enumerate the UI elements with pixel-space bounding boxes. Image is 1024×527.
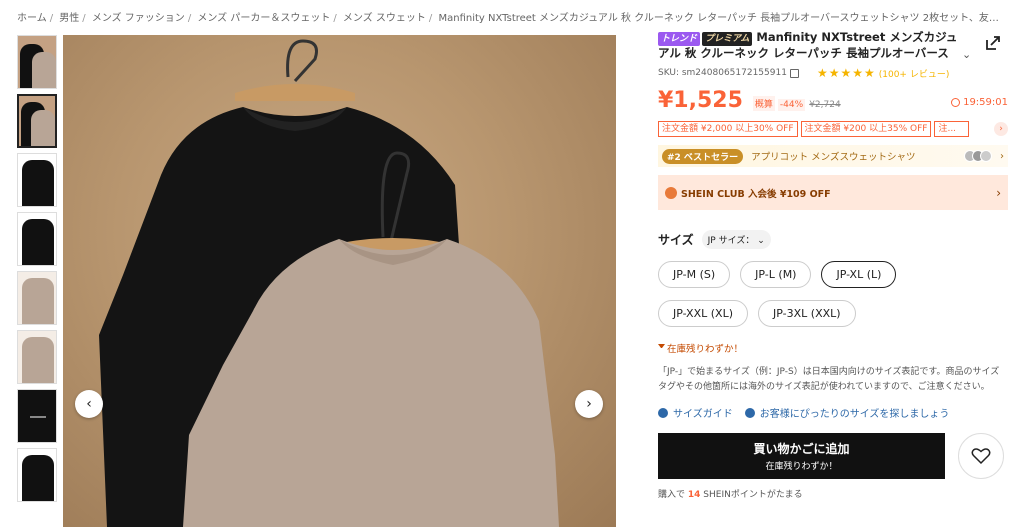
thumbnail-7[interactable] <box>17 389 57 443</box>
stock-warning-text: 在庫残りわずか！ <box>667 344 744 355</box>
club-icon <box>665 186 677 199</box>
reviews-link[interactable]: (100+ レビュー) <box>879 67 950 80</box>
club-text: SHEIN CLUB 入会後 ¥109 OFF <box>681 188 831 200</box>
copy-icon[interactable] <box>789 68 799 78</box>
add-to-cart-button[interactable]: 買い物かごに追加 在庫残りわずか！ <box>658 433 945 479</box>
heart-icon <box>971 448 991 465</box>
size-system-value: JP サイズ： <box>707 236 755 246</box>
clock-icon <box>951 98 961 107</box>
breadcrumb: ホーム / 男性 / メンズ ファッション / メンズ パーカー＆スウェット / メンズ… <box>17 9 1007 24</box>
main-product-image[interactable]: ‹ › <box>63 35 616 527</box>
fit-finder-text: お客様にぴったりのサイズを探しましょう <box>759 409 950 420</box>
stock-warning: 在庫残りわずか！ <box>658 341 1008 355</box>
coupon-3[interactable]: 注... <box>934 121 970 137</box>
trend-badge: トレンド <box>658 32 701 46</box>
thumbnail-6[interactable] <box>17 330 57 384</box>
estimate-label: 概算 <box>752 96 775 111</box>
sku-text: SKU: sm2408065172155911 <box>658 68 787 78</box>
product-info-panel: トレンド プレミアム Manfinity NXTstreet メンズカジュアル 秋 … <box>658 30 1008 500</box>
chevron-down-icon: ⌄ <box>757 236 765 246</box>
size-note: 「JP-」で始まるサイズ（例：JP-S）は日本国内向けのサイズ表記です。商品のサ… <box>658 367 1000 392</box>
breadcrumb-men[interactable]: 男性 <box>59 13 79 24</box>
price: ¥1,525 <box>658 88 743 113</box>
shein-club-banner[interactable]: SHEIN CLUB 入会後 ¥109 OFF › <box>658 175 1008 210</box>
sweatshirt-photo <box>99 39 559 527</box>
breadcrumb-current: Manfinity NXTstreet メンズカジュアル 秋 クルーネック レタ… <box>438 13 1007 24</box>
chevron-down-icon[interactable]: ⌄ <box>962 48 971 61</box>
size-label: サイズ <box>658 233 694 247</box>
coupon-list: 注文金額 ¥2,000 以上30% OFF 注文金額 ¥200 以上35% OF… <box>658 121 1008 137</box>
countdown-timer: 19:59:01 <box>951 97 1008 108</box>
breadcrumb-hoodies[interactable]: メンズ パーカー＆スウェット <box>197 13 330 24</box>
size-guide-link[interactable]: サイズガイド <box>658 405 733 420</box>
ruler-icon <box>658 407 668 418</box>
bestseller-banner[interactable]: #2 ベストセラー アプリコット メンズスウェットシャツ › <box>658 145 1008 167</box>
avatar <box>980 150 992 162</box>
points-prefix: 購入で <box>658 490 686 500</box>
next-image-button[interactable]: › <box>575 390 603 418</box>
discount-badge: -44% <box>777 99 806 111</box>
chevron-right-icon: › <box>586 396 592 412</box>
breadcrumb-home[interactable]: ホーム <box>17 13 47 24</box>
size-options: JP-M (S) JP-L (M) JP-XL (L) JP-XXL (XL) … <box>658 261 968 339</box>
chevron-right-icon: › <box>1000 150 1004 162</box>
thumbnail-list <box>17 35 57 507</box>
thumbnail-1[interactable] <box>17 35 57 89</box>
avatar-group <box>964 150 992 162</box>
points-info: 購入で 14 SHEINポイントがたまる <box>658 487 1008 500</box>
timer-text: 19:59:01 <box>963 97 1008 108</box>
original-price: ¥2,724 <box>809 100 841 110</box>
breadcrumb-mens-fashion[interactable]: メンズ ファッション <box>92 13 185 24</box>
bestseller-text: アプリコット メンズスウェットシャツ <box>751 152 916 163</box>
size-option-xl[interactable]: JP-XL (L) <box>821 261 897 288</box>
add-to-cart-sublabel: 在庫残りわずか！ <box>765 462 838 472</box>
size-option-3xl[interactable]: JP-3XL (XXL) <box>758 300 856 327</box>
fit-finder-link[interactable]: お客様にぴったりのサイズを探しましょう <box>744 405 950 420</box>
premium-badge: プレミアム <box>702 32 753 46</box>
prev-image-button[interactable]: ‹ <box>75 390 103 418</box>
chevron-right-icon[interactable]: › <box>994 122 1008 136</box>
share-icon[interactable] <box>984 34 1002 52</box>
points-suffix: SHEINポイントがたまる <box>703 490 803 500</box>
size-option-xxl[interactable]: JP-XXL (XL) <box>658 300 749 327</box>
product-title: トレンド プレミアム Manfinity NXTstreet メンズカジュアル 秋 … <box>658 30 958 58</box>
size-option-l[interactable]: JP-L (M) <box>740 261 812 288</box>
thumbnail-3[interactable] <box>17 153 57 207</box>
hourglass-icon <box>658 343 665 353</box>
size-guide-text: サイズガイド <box>673 409 733 420</box>
breadcrumb-sweatshirts[interactable]: メンズ スウェット <box>343 13 426 24</box>
person-icon <box>744 407 755 418</box>
wishlist-button[interactable] <box>958 433 1004 479</box>
add-to-cart-label: 買い物かごに追加 <box>753 442 850 456</box>
thumbnail-5[interactable] <box>17 271 57 325</box>
rating-stars: ★★★★★ <box>816 66 876 80</box>
thumbnail-8[interactable] <box>17 448 57 502</box>
size-option-m[interactable]: JP-M (S) <box>658 261 731 288</box>
chevron-left-icon: ‹ <box>86 396 92 412</box>
points-value: 14 <box>687 490 701 500</box>
bestseller-badge: #2 ベストセラー <box>662 148 744 164</box>
coupon-2[interactable]: 注文金額 ¥200 以上35% OFF <box>800 121 932 137</box>
thumbnail-2[interactable] <box>17 94 57 148</box>
coupon-1[interactable]: 注文金額 ¥2,000 以上30% OFF <box>658 121 798 137</box>
size-system-select[interactable]: JP サイズ： ⌄ <box>701 230 771 249</box>
thumbnail-4[interactable] <box>17 212 57 266</box>
chevron-right-icon: › <box>996 185 1001 200</box>
